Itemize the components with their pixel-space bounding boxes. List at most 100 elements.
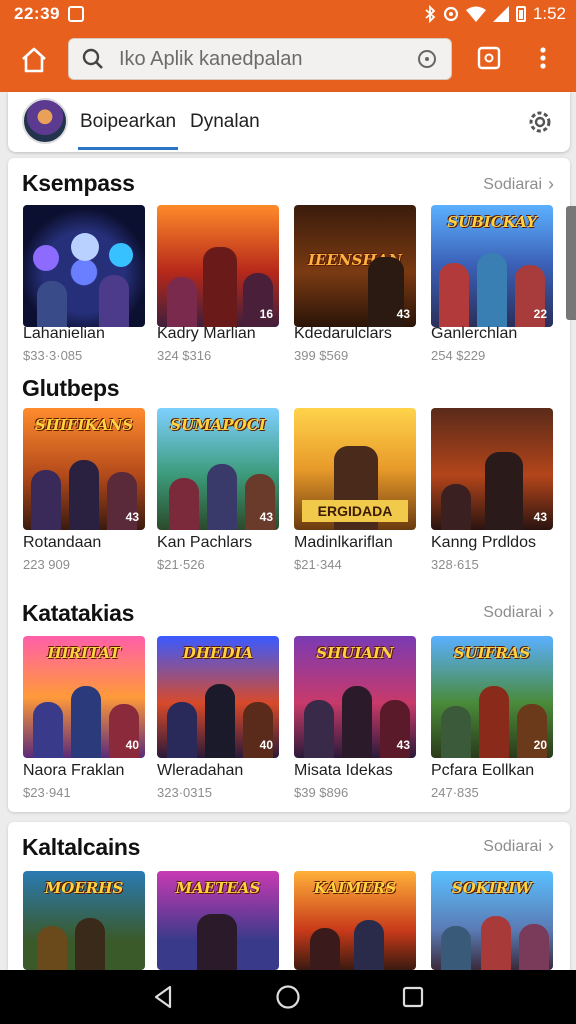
status-clock-right: 1:52 <box>532 4 566 23</box>
tile-art-title: SUBICKAY <box>447 213 537 231</box>
tile-badge: 43 <box>125 510 139 524</box>
item-price: 323·0315 <box>157 785 212 800</box>
tile-art-title: ERGIDADA <box>302 500 408 522</box>
game-tile[interactable]: 43 <box>431 408 553 530</box>
item-price: 328·615 <box>431 557 479 572</box>
avatar[interactable] <box>22 98 68 144</box>
game-tile[interactable]: SUBICKAY 22 <box>431 205 553 327</box>
tile-art-title: SOKIRIW <box>451 879 533 897</box>
tile-art-title: SHUIAIN <box>316 644 394 662</box>
sync-icon <box>443 6 459 22</box>
tile-badge: 43 <box>259 510 273 524</box>
game-tile[interactable]: DHEDIA 40 <box>157 636 279 758</box>
see-all-link[interactable]: Sodiarai › <box>483 174 554 195</box>
home-circle-icon <box>276 985 300 1009</box>
item-price: 247·835 <box>431 785 479 800</box>
item-price: 324 $316 <box>157 348 212 363</box>
back-icon <box>154 985 171 1009</box>
recents-icon <box>403 986 424 1008</box>
tile-badge: 40 <box>125 738 139 752</box>
game-tile[interactable]: 16 <box>157 205 279 327</box>
game-tile[interactable]: ERGIDADA <box>294 408 416 530</box>
tabs-icon <box>477 46 501 70</box>
status-time: 22:39 <box>14 4 60 23</box>
game-tile[interactable]: IEENSHAN 43 <box>294 205 416 327</box>
section-title: Katatakias <box>22 600 135 626</box>
item-price: $23·941 <box>23 785 71 800</box>
item-name[interactable]: Kan Pachlars <box>157 534 285 552</box>
game-tile[interactable]: MOERHS <box>23 871 145 970</box>
item-name[interactable]: Rotandaan <box>23 534 151 552</box>
tile-art-title: SUIFRAS <box>453 644 531 662</box>
section-title: Kaltalcains <box>22 834 141 860</box>
see-all-link[interactable]: Sodiarai › <box>483 836 554 857</box>
tile-badge: 43 <box>396 307 410 321</box>
tile-art-title: KAIMERS <box>313 879 397 897</box>
item-price: 254 $229 <box>431 348 486 363</box>
search-input[interactable]: Iko Aplik kanedpalan <box>119 48 415 71</box>
item-price: $39 $896 <box>294 785 349 800</box>
signal-icon <box>492 6 509 22</box>
tile-badge: 43 <box>533 510 547 524</box>
tile-art-title: SHIFIKANS <box>34 416 134 434</box>
status-icons: 1:52 <box>424 4 566 24</box>
item-name[interactable]: Naora Fraklan <box>23 762 151 780</box>
game-tile[interactable]: SUMAPOCI 43 <box>157 408 279 530</box>
game-tile[interactable]: KAIMERS <box>294 871 416 970</box>
browser-toolbar: Iko Aplik kanedpalan <box>0 28 576 92</box>
tile-art-title: HIRITAT <box>47 644 121 662</box>
recents-button[interactable] <box>398 982 428 1012</box>
home-icon <box>22 47 46 73</box>
section-ksempass: Ksempass Sodiarai › 16 IEENSHAN 43 SUBICK… <box>8 160 570 370</box>
item-name[interactable]: Misata Idekas <box>294 762 422 780</box>
battery-icon <box>515 6 526 22</box>
app-notification-icon <box>67 6 84 22</box>
game-tile[interactable]: HIRITAT 40 <box>23 636 145 758</box>
game-tile[interactable]: SHUIAIN 43 <box>294 636 416 758</box>
item-name[interactable]: Pcfara Eollkan <box>431 762 559 780</box>
section-kaltalcains: Kaltalcains Sodiarai › MOERHS MAETEAS KAI… <box>8 826 570 970</box>
tile-badge: 43 <box>396 738 410 752</box>
mic-icon[interactable] <box>415 47 439 71</box>
game-tile[interactable]: SOKIRIW <box>431 871 553 970</box>
back-button[interactable] <box>148 982 178 1012</box>
item-name[interactable]: Kadry Marlian <box>157 325 285 343</box>
status-bar: 22:39 1:52 <box>0 0 576 28</box>
settings-gear-icon[interactable] <box>526 108 554 136</box>
item-name[interactable]: Lahanielian <box>23 325 151 343</box>
item-price: $33·3·085 <box>23 348 83 363</box>
game-tile[interactable]: SHIFIKANS 43 <box>23 408 145 530</box>
search-box[interactable]: Iko Aplik kanedpalan <box>68 38 452 80</box>
tile-art-title: SUMAPOCI <box>170 416 266 434</box>
item-name[interactable]: Madinlkariflan <box>294 534 422 552</box>
home-nav-button[interactable] <box>273 982 303 1012</box>
item-name[interactable]: Kanng Prdldos <box>431 534 559 552</box>
chevron-right-icon: › <box>548 836 554 856</box>
item-price: $21·526 <box>157 557 205 572</box>
game-tile[interactable]: MAETEAS <box>157 871 279 970</box>
tile-badge: 40 <box>259 738 273 752</box>
overflow-menu-icon <box>540 47 546 69</box>
tile-badge: 16 <box>259 307 273 321</box>
section-katatakias: Katatakias Sodiarai › HIRITAT 40 DHEDIA 4… <box>8 590 570 810</box>
game-tile[interactable] <box>23 205 145 327</box>
bluetooth-icon <box>425 5 436 23</box>
tab-boipearkan[interactable]: Boipearkan <box>78 92 178 152</box>
search-icon <box>82 48 103 69</box>
item-name[interactable]: Wleradahan <box>157 762 285 780</box>
tabs-button[interactable] <box>474 43 504 73</box>
system-nav-bar <box>0 970 576 1024</box>
tab-dynalan[interactable]: Dynalan <box>190 92 290 152</box>
overflow-menu-button[interactable] <box>530 43 556 73</box>
game-tile[interactable]: SUIFRAS 20 <box>431 636 553 758</box>
tile-art-title: DHEDIA <box>182 644 254 662</box>
tab-label: Boipearkan <box>80 111 177 132</box>
item-name[interactable]: Kdedarulclars <box>294 325 422 343</box>
item-price: $21·344 <box>294 557 342 572</box>
tab-label: Dynalan <box>190 111 260 132</box>
home-button[interactable] <box>14 40 54 80</box>
section-title: Glutbeps <box>22 375 120 401</box>
see-all-link[interactable]: Sodiarai › <box>483 602 554 623</box>
chevron-right-icon: › <box>548 602 554 622</box>
item-name[interactable]: Ganlerchlan <box>431 325 559 343</box>
